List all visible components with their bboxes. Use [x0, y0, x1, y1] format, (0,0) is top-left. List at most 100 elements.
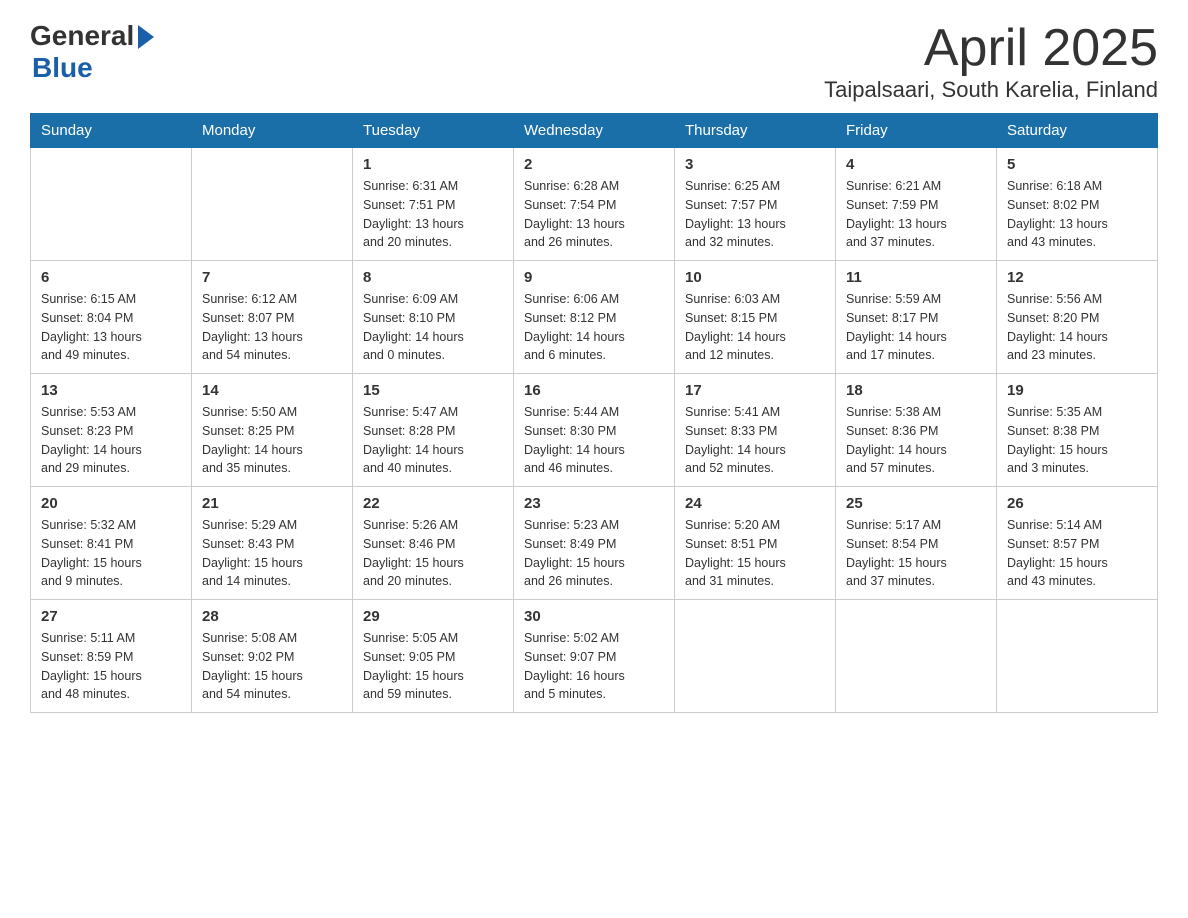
day-info: Sunrise: 6:28 AM Sunset: 7:54 PM Dayligh… [524, 177, 664, 252]
day-info: Sunrise: 6:25 AM Sunset: 7:57 PM Dayligh… [685, 177, 825, 252]
day-info: Sunrise: 6:09 AM Sunset: 8:10 PM Dayligh… [363, 290, 503, 365]
day-number: 6 [41, 269, 181, 286]
calendar-header: SundayMondayTuesdayWednesdayThursdayFrid… [31, 114, 1158, 148]
day-number: 23 [524, 495, 664, 512]
day-info: Sunrise: 5:50 AM Sunset: 8:25 PM Dayligh… [202, 403, 342, 478]
calendar-cell: 12 Sunrise: 5:56 AM Sunset: 8:20 PM Dayli… [997, 261, 1158, 374]
calendar-week-row: 1Sunrise: 6:31 AM Sunset: 7:51 PM Daylig… [31, 148, 1158, 261]
day-number: 7 [202, 269, 342, 286]
calendar-cell [997, 600, 1158, 713]
day-number: 21 [202, 495, 342, 512]
day-info: Sunrise: 5:41 AM Sunset: 8:33 PM Dayligh… [685, 403, 825, 478]
day-number: 20 [41, 495, 181, 512]
day-info: Sunrise: 5:14 AM Sunset: 8:57 PM Dayligh… [1007, 516, 1147, 591]
day-info: Sunrise: 5:47 AM Sunset: 8:28 PM Dayligh… [363, 403, 503, 478]
day-number: 29 [363, 608, 503, 625]
day-info: Sunrise: 5:35 AM Sunset: 8:38 PM Dayligh… [1007, 403, 1147, 478]
weekday-row: SundayMondayTuesdayWednesdayThursdayFrid… [31, 114, 1158, 148]
day-info: Sunrise: 5:26 AM Sunset: 8:46 PM Dayligh… [363, 516, 503, 591]
calendar-cell: 23 Sunrise: 5:23 AM Sunset: 8:49 PM Dayli… [514, 487, 675, 600]
month-title: April 2025 [824, 20, 1158, 77]
day-number: 14 [202, 382, 342, 399]
calendar-cell [836, 600, 997, 713]
calendar-cell: 4 Sunrise: 6:21 AM Sunset: 7:59 PM Daylig… [836, 148, 997, 261]
location-title: Taipalsaari, South Karelia, Finland [824, 77, 1158, 103]
calendar-table: SundayMondayTuesdayWednesdayThursdayFrid… [30, 113, 1158, 713]
day-number: 8 [363, 269, 503, 286]
calendar-cell: 21 Sunrise: 5:29 AM Sunset: 8:43 PM Dayli… [192, 487, 353, 600]
calendar-cell: 30Sunrise: 5:02 AM Sunset: 9:07 PM Dayli… [514, 600, 675, 713]
page-header: General Blue April 2025 Taipalsaari, Sou… [30, 20, 1158, 103]
calendar-cell [675, 600, 836, 713]
day-info: Sunrise: 5:56 AM Sunset: 8:20 PM Dayligh… [1007, 290, 1147, 365]
title-block: April 2025 Taipalsaari, South Karelia, F… [824, 20, 1158, 103]
day-info: Sunrise: 6:03 AM Sunset: 8:15 PM Dayligh… [685, 290, 825, 365]
calendar-cell: 13 Sunrise: 5:53 AM Sunset: 8:23 PM Dayli… [31, 374, 192, 487]
calendar-cell: 24 Sunrise: 5:20 AM Sunset: 8:51 PM Dayli… [675, 487, 836, 600]
calendar-cell: 10 Sunrise: 6:03 AM Sunset: 8:15 PM Dayli… [675, 261, 836, 374]
day-number: 28 [202, 608, 342, 625]
day-info: Sunrise: 5:17 AM Sunset: 8:54 PM Dayligh… [846, 516, 986, 591]
weekday-header: Sunday [31, 114, 192, 148]
day-info: Sunrise: 5:08 AM Sunset: 9:02 PM Dayligh… [202, 629, 342, 704]
calendar-cell: 3 Sunrise: 6:25 AM Sunset: 7:57 PM Daylig… [675, 148, 836, 261]
day-number: 11 [846, 269, 986, 286]
day-info: Sunrise: 6:21 AM Sunset: 7:59 PM Dayligh… [846, 177, 986, 252]
calendar-cell: 18 Sunrise: 5:38 AM Sunset: 8:36 PM Dayli… [836, 374, 997, 487]
day-info: Sunrise: 5:11 AM Sunset: 8:59 PM Dayligh… [41, 629, 181, 704]
logo-arrow-icon [138, 25, 154, 49]
calendar-week-row: 13 Sunrise: 5:53 AM Sunset: 8:23 PM Dayli… [31, 374, 1158, 487]
day-info: Sunrise: 5:23 AM Sunset: 8:49 PM Dayligh… [524, 516, 664, 591]
calendar-cell: 17Sunrise: 5:41 AM Sunset: 8:33 PM Dayli… [675, 374, 836, 487]
day-number: 5 [1007, 156, 1147, 173]
weekday-header: Wednesday [514, 114, 675, 148]
day-number: 26 [1007, 495, 1147, 512]
weekday-header: Monday [192, 114, 353, 148]
day-info: Sunrise: 5:53 AM Sunset: 8:23 PM Dayligh… [41, 403, 181, 478]
weekday-header: Tuesday [353, 114, 514, 148]
day-number: 4 [846, 156, 986, 173]
day-info: Sunrise: 5:20 AM Sunset: 8:51 PM Dayligh… [685, 516, 825, 591]
day-info: Sunrise: 6:15 AM Sunset: 8:04 PM Dayligh… [41, 290, 181, 365]
day-info: Sunrise: 5:29 AM Sunset: 8:43 PM Dayligh… [202, 516, 342, 591]
calendar-cell: 7 Sunrise: 6:12 AM Sunset: 8:07 PM Daylig… [192, 261, 353, 374]
day-number: 30 [524, 608, 664, 625]
calendar-cell: 11 Sunrise: 5:59 AM Sunset: 8:17 PM Dayli… [836, 261, 997, 374]
day-number: 10 [685, 269, 825, 286]
calendar-body: 1Sunrise: 6:31 AM Sunset: 7:51 PM Daylig… [31, 148, 1158, 713]
day-info: Sunrise: 5:44 AM Sunset: 8:30 PM Dayligh… [524, 403, 664, 478]
logo-blue-text: Blue [32, 52, 93, 84]
day-number: 22 [363, 495, 503, 512]
calendar-cell [31, 148, 192, 261]
day-number: 12 [1007, 269, 1147, 286]
day-number: 13 [41, 382, 181, 399]
calendar-cell: 20 Sunrise: 5:32 AM Sunset: 8:41 PM Dayli… [31, 487, 192, 600]
day-info: Sunrise: 5:32 AM Sunset: 8:41 PM Dayligh… [41, 516, 181, 591]
calendar-cell: 15Sunrise: 5:47 AM Sunset: 8:28 PM Dayli… [353, 374, 514, 487]
calendar-cell: 8 Sunrise: 6:09 AM Sunset: 8:10 PM Daylig… [353, 261, 514, 374]
weekday-header: Saturday [997, 114, 1158, 148]
day-info: Sunrise: 6:12 AM Sunset: 8:07 PM Dayligh… [202, 290, 342, 365]
day-number: 24 [685, 495, 825, 512]
day-info: Sunrise: 5:38 AM Sunset: 8:36 PM Dayligh… [846, 403, 986, 478]
calendar-cell: 19 Sunrise: 5:35 AM Sunset: 8:38 PM Dayli… [997, 374, 1158, 487]
calendar-cell: 22 Sunrise: 5:26 AM Sunset: 8:46 PM Dayli… [353, 487, 514, 600]
day-number: 16 [524, 382, 664, 399]
calendar-cell: 28 Sunrise: 5:08 AM Sunset: 9:02 PM Dayli… [192, 600, 353, 713]
calendar-cell: 5Sunrise: 6:18 AM Sunset: 8:02 PM Daylig… [997, 148, 1158, 261]
calendar-cell: 9Sunrise: 6:06 AM Sunset: 8:12 PM Daylig… [514, 261, 675, 374]
day-number: 27 [41, 608, 181, 625]
weekday-header: Friday [836, 114, 997, 148]
day-number: 3 [685, 156, 825, 173]
day-number: 1 [363, 156, 503, 173]
day-info: Sunrise: 5:05 AM Sunset: 9:05 PM Dayligh… [363, 629, 503, 704]
day-number: 19 [1007, 382, 1147, 399]
calendar-week-row: 6 Sunrise: 6:15 AM Sunset: 8:04 PM Daylig… [31, 261, 1158, 374]
calendar-cell [192, 148, 353, 261]
calendar-cell: 1Sunrise: 6:31 AM Sunset: 7:51 PM Daylig… [353, 148, 514, 261]
day-number: 18 [846, 382, 986, 399]
calendar-cell: 6 Sunrise: 6:15 AM Sunset: 8:04 PM Daylig… [31, 261, 192, 374]
day-info: Sunrise: 5:59 AM Sunset: 8:17 PM Dayligh… [846, 290, 986, 365]
calendar-cell: 16 Sunrise: 5:44 AM Sunset: 8:30 PM Dayli… [514, 374, 675, 487]
calendar-cell: 29 Sunrise: 5:05 AM Sunset: 9:05 PM Dayli… [353, 600, 514, 713]
